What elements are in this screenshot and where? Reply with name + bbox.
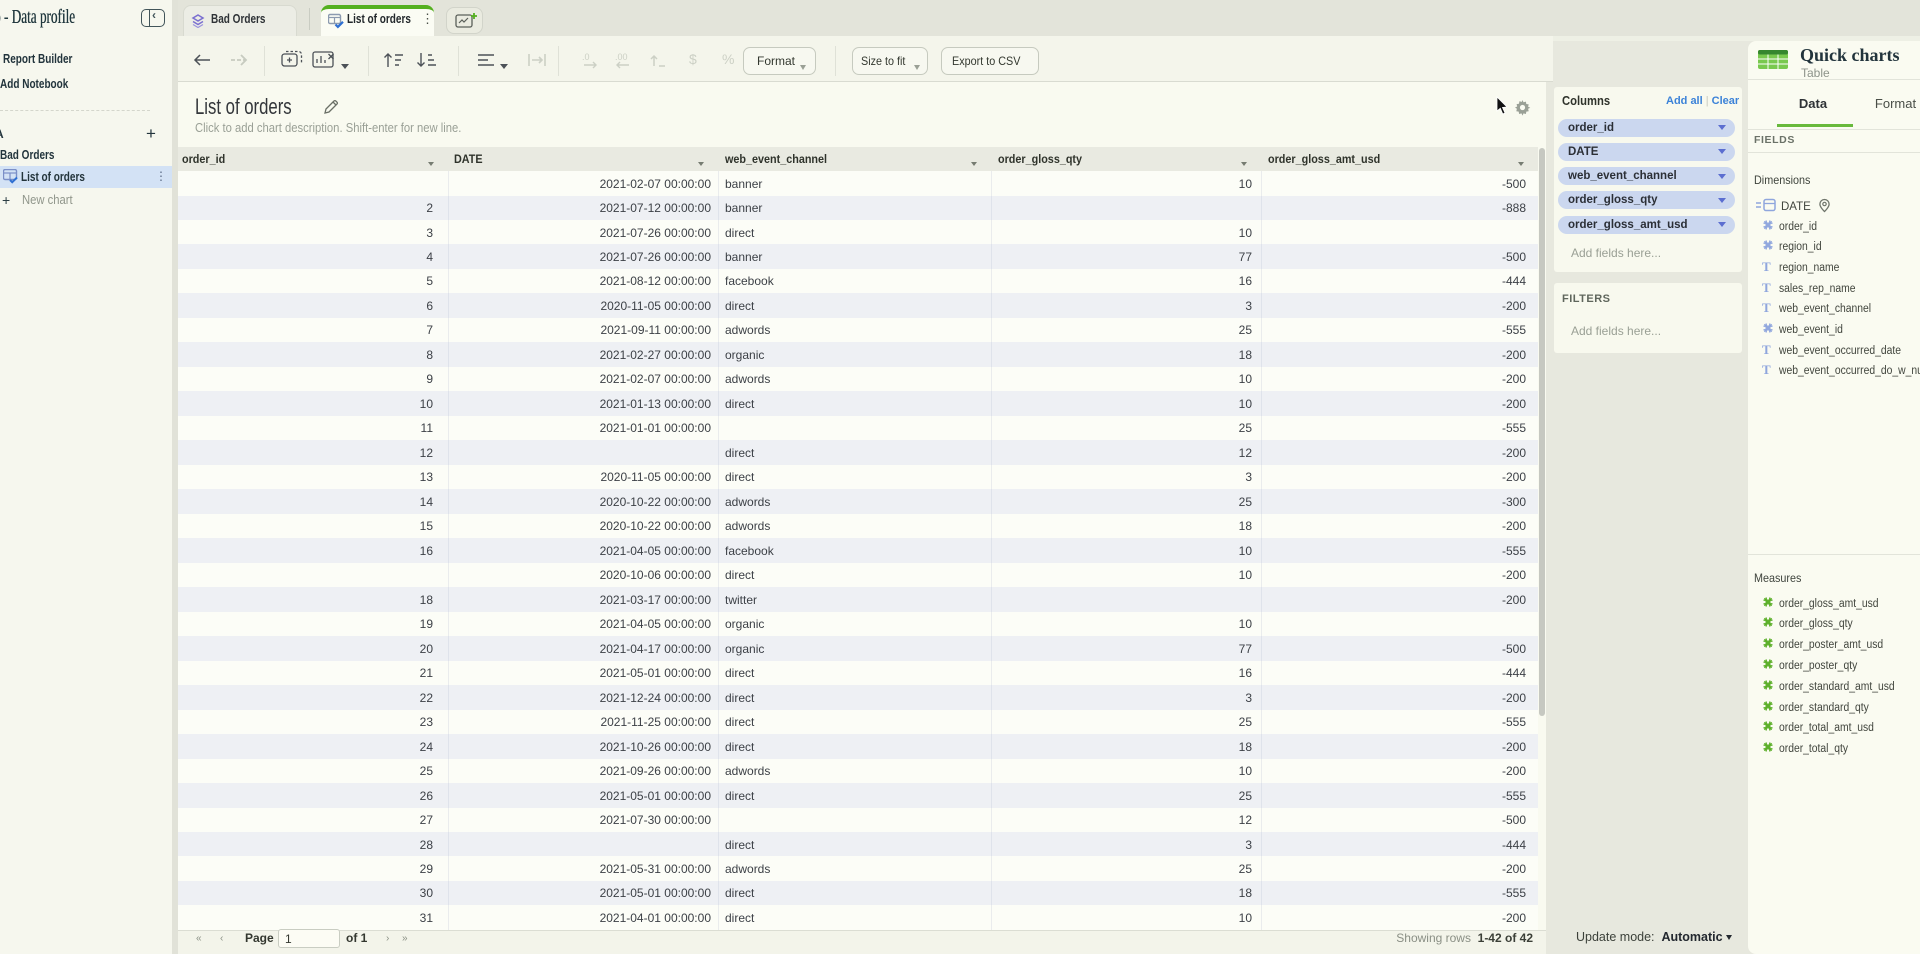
svg-text:.00: .00 [615, 52, 628, 62]
svg-text:.0: .0 [582, 52, 590, 62]
